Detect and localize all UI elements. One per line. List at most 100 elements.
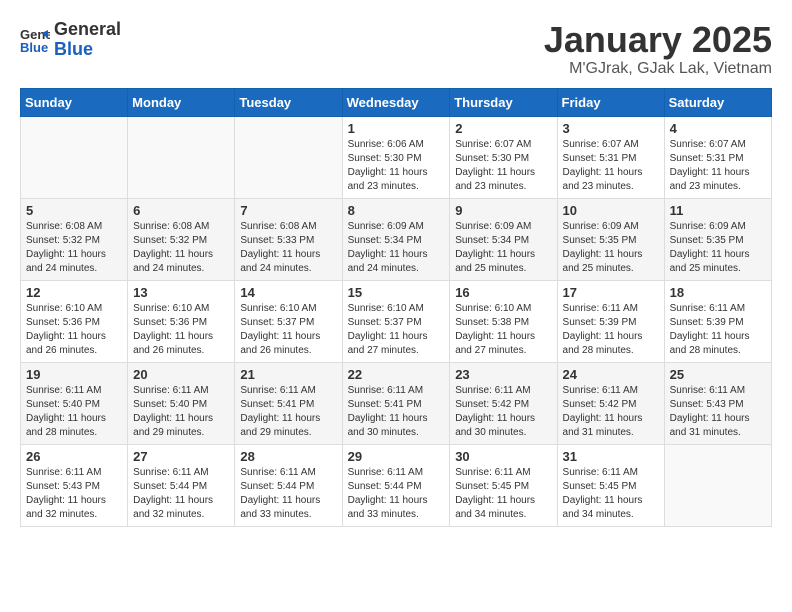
day-info: Sunrise: 6:11 AM Sunset: 5:44 PM Dayligh… (240, 466, 336, 522)
calendar-cell: 14Sunrise: 6:10 AM Sunset: 5:37 PM Dayli… (235, 280, 342, 362)
day-info: Sunrise: 6:11 AM Sunset: 5:45 PM Dayligh… (455, 466, 551, 522)
day-info: Sunrise: 6:11 AM Sunset: 5:44 PM Dayligh… (348, 466, 445, 522)
day-info: Sunrise: 6:10 AM Sunset: 5:36 PM Dayligh… (26, 302, 122, 358)
day-number: 1 (348, 121, 445, 136)
calendar-week-row: 12 Sunrise: 6:10 AM Sunset: 5:36 PM Dayli… (21, 280, 772, 362)
day-info: Sunrise: 6:11 AM Sunset: 5:43 PM Dayligh… (670, 384, 766, 440)
calendar-cell: 9 Sunrise: 6:09 AM Sunset: 5:34 PM Daylig… (450, 198, 557, 280)
day-number: 29 (348, 449, 445, 464)
day-number: 4 (670, 121, 766, 136)
calendar-cell: 6Sunrise: 6:08 AM Sunset: 5:32 PM Daylig… (128, 198, 235, 280)
day-info: Sunrise: 6:09 AM Sunset: 5:35 PM Dayligh… (670, 220, 766, 276)
day-number: 13 (133, 285, 229, 300)
day-info: Sunrise: 6:08 AM Sunset: 5:32 PM Dayligh… (133, 220, 229, 276)
weekday-header-wednesday: Wednesday (342, 88, 450, 116)
day-info: Sunrise: 6:11 AM Sunset: 5:42 PM Dayligh… (563, 384, 659, 440)
weekday-header-saturday: Saturday (664, 88, 771, 116)
calendar-cell (21, 116, 128, 198)
weekday-header-friday: Friday (557, 88, 664, 116)
location-subtitle: M'GJrak, GJak Lak, Vietnam (544, 60, 772, 78)
day-info: Sunrise: 6:11 AM Sunset: 5:40 PM Dayligh… (26, 384, 122, 440)
calendar-cell (235, 116, 342, 198)
calendar-table: SundayMondayTuesdayWednesdayThursdayFrid… (20, 88, 772, 527)
day-info: Sunrise: 6:07 AM Sunset: 5:30 PM Dayligh… (455, 138, 551, 194)
weekday-header-row: SundayMondayTuesdayWednesdayThursdayFrid… (21, 88, 772, 116)
calendar-cell: 12 Sunrise: 6:10 AM Sunset: 5:36 PM Dayli… (21, 280, 128, 362)
calendar-cell: 29 Sunrise: 6:11 AM Sunset: 5:44 PM Dayli… (342, 444, 450, 526)
calendar-cell: 17Sunrise: 6:11 AM Sunset: 5:39 PM Dayli… (557, 280, 664, 362)
day-number: 22 (348, 367, 445, 382)
calendar-cell: 26 Sunrise: 6:11 AM Sunset: 5:43 PM Dayli… (21, 444, 128, 526)
logo-line2: Blue (54, 40, 121, 60)
calendar-cell: 3 Sunrise: 6:07 AM Sunset: 5:31 PM Daylig… (557, 116, 664, 198)
calendar-cell: 28 Sunrise: 6:11 AM Sunset: 5:44 PM Dayli… (235, 444, 342, 526)
day-info: Sunrise: 6:10 AM Sunset: 5:37 PM Dayligh… (240, 302, 336, 358)
day-info: Sunrise: 6:11 AM Sunset: 5:42 PM Dayligh… (455, 384, 551, 440)
calendar-week-row: 1 Sunrise: 6:06 AM Sunset: 5:30 PM Daylig… (21, 116, 772, 198)
day-number: 3 (563, 121, 659, 136)
calendar-cell: 20 Sunrise: 6:11 AM Sunset: 5:40 PM Dayli… (128, 362, 235, 444)
day-info: Sunrise: 6:09 AM Sunset: 5:35 PM Dayligh… (563, 220, 659, 276)
calendar-cell: 7 Sunrise: 6:08 AM Sunset: 5:33 PM Daylig… (235, 198, 342, 280)
day-info: Sunrise: 6:08 AM Sunset: 5:33 PM Dayligh… (240, 220, 336, 276)
weekday-header-thursday: Thursday (450, 88, 557, 116)
day-number: 28 (240, 449, 336, 464)
day-number: 26 (26, 449, 122, 464)
day-info: Sunrise: 6:09 AM Sunset: 5:34 PM Dayligh… (348, 220, 445, 276)
calendar-cell: 16 Sunrise: 6:10 AM Sunset: 5:38 PM Dayli… (450, 280, 557, 362)
calendar-cell (128, 116, 235, 198)
calendar-cell: 23 Sunrise: 6:11 AM Sunset: 5:42 PM Dayli… (450, 362, 557, 444)
calendar-cell: 8 Sunrise: 6:09 AM Sunset: 5:34 PM Daylig… (342, 198, 450, 280)
calendar-cell: 31Sunrise: 6:11 AM Sunset: 5:45 PM Dayli… (557, 444, 664, 526)
day-info: Sunrise: 6:09 AM Sunset: 5:34 PM Dayligh… (455, 220, 551, 276)
day-info: Sunrise: 6:11 AM Sunset: 5:39 PM Dayligh… (563, 302, 659, 358)
day-number: 8 (348, 203, 445, 218)
calendar-cell: 22Sunrise: 6:11 AM Sunset: 5:41 PM Dayli… (342, 362, 450, 444)
logo-line1: General (54, 20, 121, 40)
calendar-week-row: 26 Sunrise: 6:11 AM Sunset: 5:43 PM Dayli… (21, 444, 772, 526)
day-number: 10 (563, 203, 659, 218)
day-number: 11 (670, 203, 766, 218)
svg-text:Blue: Blue (20, 40, 48, 55)
day-info: Sunrise: 6:11 AM Sunset: 5:41 PM Dayligh… (240, 384, 336, 440)
weekday-header-tuesday: Tuesday (235, 88, 342, 116)
day-info: Sunrise: 6:10 AM Sunset: 5:36 PM Dayligh… (133, 302, 229, 358)
day-number: 9 (455, 203, 551, 218)
day-info: Sunrise: 6:11 AM Sunset: 5:40 PM Dayligh… (133, 384, 229, 440)
logo-icon: General Blue (20, 25, 50, 55)
day-number: 27 (133, 449, 229, 464)
calendar-cell: 25 Sunrise: 6:11 AM Sunset: 5:43 PM Dayli… (664, 362, 771, 444)
calendar-cell: 10 Sunrise: 6:09 AM Sunset: 5:35 PM Dayli… (557, 198, 664, 280)
calendar-cell: 24 Sunrise: 6:11 AM Sunset: 5:42 PM Dayli… (557, 362, 664, 444)
day-number: 7 (240, 203, 336, 218)
day-number: 16 (455, 285, 551, 300)
weekday-header-monday: Monday (128, 88, 235, 116)
day-info: Sunrise: 6:10 AM Sunset: 5:37 PM Dayligh… (348, 302, 445, 358)
day-number: 12 (26, 285, 122, 300)
calendar-cell: 30Sunrise: 6:11 AM Sunset: 5:45 PM Dayli… (450, 444, 557, 526)
calendar-cell: 5Sunrise: 6:08 AM Sunset: 5:32 PM Daylig… (21, 198, 128, 280)
logo: General Blue General Blue (20, 20, 121, 60)
calendar-cell: 21 Sunrise: 6:11 AM Sunset: 5:41 PM Dayli… (235, 362, 342, 444)
day-number: 21 (240, 367, 336, 382)
calendar-week-row: 5 Sunrise: 6:08 AM Sunset: 5:32 PM Daylig… (21, 198, 772, 280)
calendar-cell: 18Sunrise: 6:11 AM Sunset: 5:39 PM Dayli… (664, 280, 771, 362)
day-info: Sunrise: 6:07 AM Sunset: 5:31 PM Dayligh… (670, 138, 766, 194)
day-number: 20 (133, 367, 229, 382)
month-year-title: January 2025 (544, 20, 772, 60)
calendar-cell: 11 Sunrise: 6:09 AM Sunset: 5:35 PM Dayli… (664, 198, 771, 280)
page-header: General Blue General Blue January 2025 M… (20, 20, 772, 78)
day-number: 23 (455, 367, 551, 382)
day-info: Sunrise: 6:11 AM Sunset: 5:43 PM Dayligh… (26, 466, 122, 522)
calendar-cell: 1 Sunrise: 6:06 AM Sunset: 5:30 PM Daylig… (342, 116, 450, 198)
day-info: Sunrise: 6:06 AM Sunset: 5:30 PM Dayligh… (348, 138, 445, 194)
day-number: 25 (670, 367, 766, 382)
day-info: Sunrise: 6:10 AM Sunset: 5:38 PM Dayligh… (455, 302, 551, 358)
calendar-cell: 13 Sunrise: 6:10 AM Sunset: 5:36 PM Dayli… (128, 280, 235, 362)
day-number: 31 (563, 449, 659, 464)
day-info: Sunrise: 6:07 AM Sunset: 5:31 PM Dayligh… (563, 138, 659, 194)
calendar-cell: 19Sunrise: 6:11 AM Sunset: 5:40 PM Dayli… (21, 362, 128, 444)
day-number: 24 (563, 367, 659, 382)
day-number: 5 (26, 203, 122, 218)
calendar-cell (664, 444, 771, 526)
